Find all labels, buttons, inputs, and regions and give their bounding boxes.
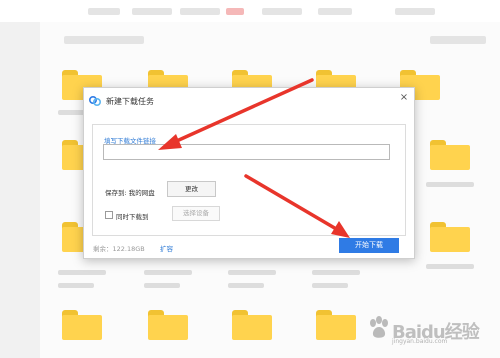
download-form-panel: 填写下载文件链接 保存到: 我的网盘 更改 同时下载到 选择设备: [92, 124, 406, 236]
folder-icon[interactable]: [430, 140, 470, 170]
blurred-toolbar-text: [88, 8, 120, 15]
folder-icon[interactable]: [62, 310, 102, 340]
change-location-button[interactable]: 更改: [167, 181, 216, 197]
close-icon[interactable]: ×: [398, 92, 410, 104]
blurred-toolbar-text: [180, 8, 220, 15]
expand-storage-link[interactable]: 扩容: [160, 243, 173, 253]
blurred-breadcrumb: [64, 36, 144, 44]
sidebar: [0, 22, 40, 358]
watermark: Baidu经验 jingyan.baidu.com: [368, 312, 496, 346]
folder-icon[interactable]: [232, 310, 272, 340]
blurred-folder-name: [312, 270, 360, 275]
blurred-folder-name: [58, 270, 106, 275]
blurred-toolbar-text: [395, 8, 435, 15]
blurred-toolbar-text: [262, 8, 302, 15]
paw-icon: [370, 316, 388, 338]
blurred-folder-name: [144, 283, 180, 288]
folder-icon[interactable]: [148, 310, 188, 340]
new-download-dialog: 新建下载任务 × 填写下载文件链接 保存到: 我的网盘 更改 同时下载到 选择设…: [83, 87, 415, 259]
watermark-url: jingyan.baidu.com: [392, 338, 448, 345]
blurred-folder-name: [228, 283, 264, 288]
select-device-button[interactable]: 选择设备: [172, 206, 220, 221]
start-download-button[interactable]: 开始下载: [339, 238, 399, 253]
blurred-folder-name: [58, 283, 94, 288]
link-input[interactable]: [103, 144, 390, 160]
save-location-label: 保存到: 我的网盘: [105, 189, 155, 197]
blurred-folder-name: [312, 283, 348, 288]
app-logo-icon: [89, 96, 101, 106]
blurred-folder-name: [426, 264, 474, 269]
blurred-folder-name: [426, 182, 474, 187]
dialog-titlebar[interactable]: 新建下载任务 ×: [84, 88, 414, 114]
blurred-toolbar-text: [132, 8, 172, 15]
storage-remaining: 剩余：122.18GB: [93, 245, 145, 253]
blurred-toolbar-text: [226, 8, 244, 15]
checkbox-icon[interactable]: [105, 211, 113, 219]
blurred-folder-name: [228, 270, 276, 275]
folder-icon[interactable]: [316, 310, 356, 340]
blurred-breadcrumb: [430, 36, 486, 44]
dialog-title: 新建下载任务: [106, 97, 154, 106]
sync-download-label: 同时下载到: [116, 213, 149, 221]
blurred-folder-name: [144, 270, 192, 275]
folder-icon[interactable]: [430, 222, 470, 252]
blurred-toolbar-text: [318, 8, 352, 15]
